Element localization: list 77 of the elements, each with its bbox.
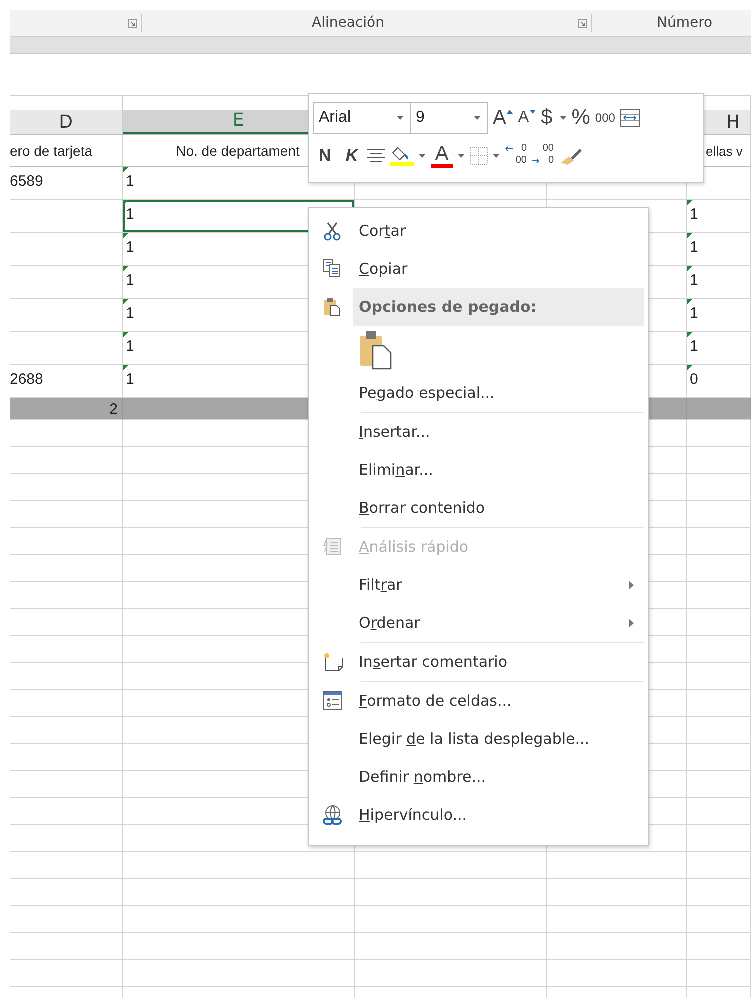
table-cell [687,663,751,690]
currency-button[interactable]: $ [541,106,567,130]
paste-button-icon[interactable] [359,330,393,370]
table-cell: 1 [687,299,751,332]
table-cell [687,825,751,852]
format-cells-icon [323,691,345,711]
table-cell: ero de tarjeta [10,135,123,167]
thousands-button[interactable]: 000 [595,111,616,125]
table-cell [687,852,751,879]
table-cell [687,690,751,717]
paintbrush-icon [559,147,583,165]
dropdown-arrow-icon [474,116,481,120]
table-cell [687,771,751,798]
table-cell: 1 [687,233,751,266]
table-cell [687,744,751,771]
table-cell [687,474,751,501]
wrap-text-icon [620,109,640,127]
arrow-icon [505,146,513,152]
dropdown-arrow-icon [419,154,426,158]
dialog-launcher-icon[interactable] [128,18,137,28]
down-arrow-icon [530,110,536,114]
menu-item[interactable]: Filtrar [311,566,648,604]
table-cell [687,447,751,474]
comment-icon [323,652,345,672]
dropdown-arrow-icon [493,154,500,158]
table-cell [687,528,751,555]
table-cell: 2 [10,398,123,420]
menu-item[interactable]: Insertar... [311,413,648,451]
shrink-font-button[interactable]: A [518,109,536,127]
table-cell [687,906,751,933]
borders-icon [470,147,488,165]
table-cell [687,398,751,420]
menu-item[interactable]: Hipervínculo... [311,796,648,834]
size-dropdown[interactable]: 9 [410,102,488,134]
decrease-decimal-button[interactable]: 00 0 [532,143,554,169]
menu-item[interactable]: Definir nombre... [311,758,648,796]
table-cell: 1 [687,200,751,233]
increase-decimal-button[interactable]: 0 00 [505,143,527,169]
menu-item[interactable]: Eliminar... [311,451,648,489]
dropdown-arrow-icon [560,116,567,120]
table-cell: 1 [687,332,751,365]
table-cell [687,501,751,528]
table-cell [687,933,751,960]
arrow-icon [532,158,540,164]
table-cell [687,636,751,663]
submenu-arrow-icon [629,580,634,590]
submenu-arrow-icon [629,618,634,628]
menu-item[interactable]: Borrar contenido [311,489,648,527]
dropdown-arrow-icon [397,116,404,120]
table-cell: 1 [687,266,751,299]
align-center-icon [367,149,385,163]
bold-button[interactable]: N [313,146,337,166]
menu-item[interactable]: Insertar comentario [311,643,648,681]
table-cell: 6589 [10,167,123,200]
dropdown-arrow-icon [458,154,465,158]
group-label: Alineación [312,15,384,31]
table-cell [687,717,751,744]
menu-item[interactable]: Formato de celdas... [311,682,648,720]
up-arrow-icon [507,110,514,114]
table-cell [687,582,751,609]
font-color-button[interactable]: A [431,144,453,168]
hyperlink-icon [323,805,345,825]
table-cell [687,879,751,906]
table-cell [687,555,751,582]
font-dropdown[interactable]: Arial [313,102,411,134]
table-cell [687,960,751,987]
dialog-launcher-icon[interactable] [578,18,587,28]
group-label: Número [657,15,713,31]
menu-section-header: Opciones de pegado: [353,288,644,326]
table-cell [687,420,751,447]
table-cell [687,609,751,636]
menu-item[interactable]: Elegir de la lista desplegable... [311,720,648,758]
table-cell [687,798,751,825]
fill-color-icon [390,146,414,166]
percent-button[interactable]: % [572,106,590,130]
grow-font-button[interactable]: A [493,106,514,130]
menu-item[interactable]: Ordenar [311,604,648,642]
